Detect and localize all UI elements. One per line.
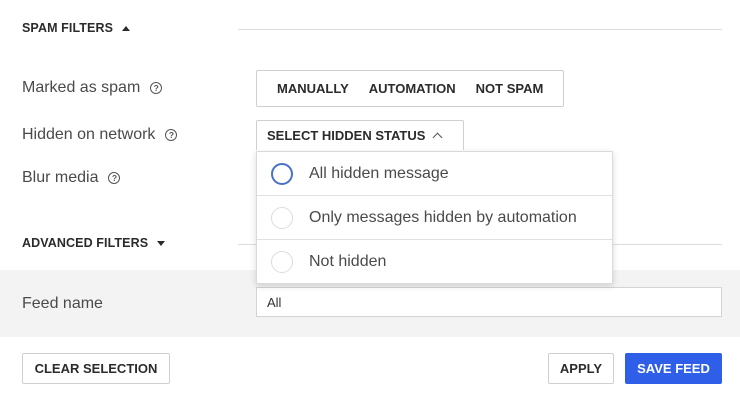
feed-name-row: Feed name xyxy=(22,295,103,313)
marked-as-spam-label: Marked as spam xyxy=(22,79,141,96)
advanced-filters-toggle[interactable]: ADVANCED FILTERS xyxy=(22,236,166,250)
blur-media-label: Blur media xyxy=(22,169,99,186)
radio-icon[interactable] xyxy=(271,162,293,185)
help-icon[interactable]: ? xyxy=(150,82,163,94)
help-icon[interactable]: ? xyxy=(165,129,178,141)
option-all-hidden[interactable]: All hidden message xyxy=(257,152,612,196)
manually-button[interactable]: MANUALLY xyxy=(267,81,359,96)
hidden-on-network-label: Hidden on network xyxy=(22,126,156,143)
hidden-status-dropdown: All hidden message Only messages hidden … xyxy=(256,151,613,284)
hidden-on-network-row: Hidden on network ? xyxy=(22,126,178,144)
feed-name-input[interactable] xyxy=(256,287,722,317)
hidden-status-select-label: SELECT HIDDEN STATUS xyxy=(267,128,426,143)
radio-icon[interactable] xyxy=(271,206,293,229)
advanced-filters-title: ADVANCED FILTERS xyxy=(22,236,149,250)
divider xyxy=(238,29,722,30)
option-label: Only messages hidden by automation xyxy=(309,208,577,226)
spam-filters-toggle[interactable]: SPAM FILTERS xyxy=(22,21,131,35)
option-label: Not hidden xyxy=(309,253,387,270)
feed-name-label: Feed name xyxy=(22,295,103,312)
chevron-up-icon xyxy=(432,132,443,143)
hidden-status-select[interactable]: SELECT HIDDEN STATUS xyxy=(256,120,464,150)
save-feed-button[interactable]: SAVE FEED xyxy=(625,353,722,384)
caret-up-icon xyxy=(122,25,131,31)
option-not-hidden[interactable]: Not hidden xyxy=(257,240,612,284)
caret-down-icon xyxy=(157,240,166,246)
not-spam-button[interactable]: NOT SPAM xyxy=(466,81,554,96)
clear-selection-button[interactable]: CLEAR SELECTION xyxy=(22,353,170,384)
option-label: All hidden message xyxy=(309,164,449,182)
blur-media-row: Blur media ? xyxy=(22,169,121,187)
automation-button[interactable]: AUTOMATION xyxy=(359,81,466,96)
spam-filters-title: SPAM FILTERS xyxy=(22,21,114,35)
marked-as-spam-row: Marked as spam ? xyxy=(22,79,163,97)
spam-status-segmented: MANUALLY AUTOMATION NOT SPAM xyxy=(256,70,565,107)
radio-icon[interactable] xyxy=(271,251,293,273)
option-hidden-by-automation[interactable]: Only messages hidden by automation xyxy=(257,196,612,240)
apply-button[interactable]: APPLY xyxy=(548,353,614,384)
help-icon[interactable]: ? xyxy=(108,172,121,184)
